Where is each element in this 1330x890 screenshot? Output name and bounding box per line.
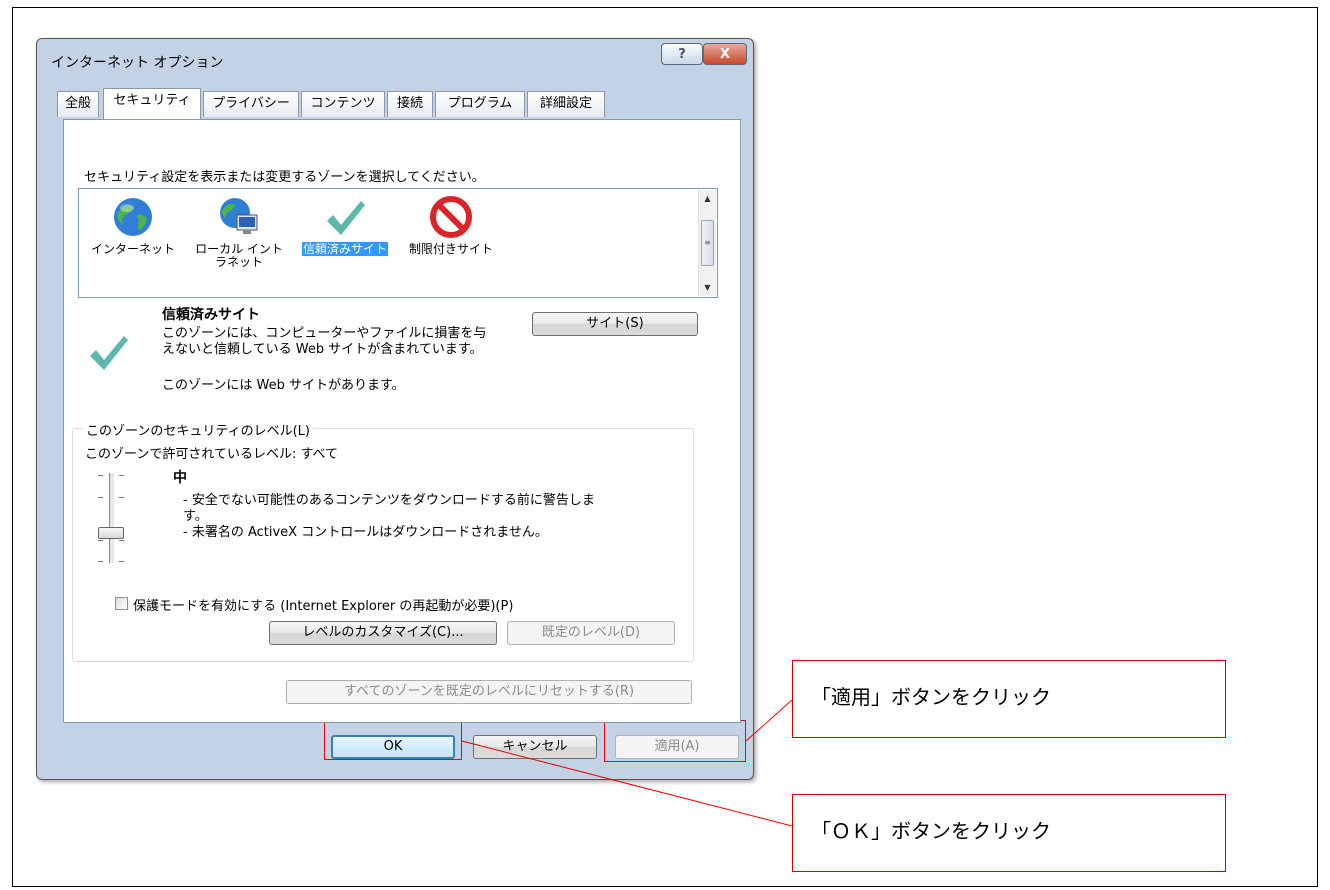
slider-tick: [98, 497, 103, 498]
reset-all-zones-button[interactable]: すべてのゾーンを既定のレベルにリセットする(R): [286, 680, 692, 704]
globe-icon: [114, 198, 152, 236]
ok-callout-text: 「ＯＫ」ボタンをクリック: [811, 819, 1051, 843]
protected-mode-label: 保護モードを有効にする (Internet Explorer の再起動が必要)(…: [133, 599, 514, 614]
slider-tick: [98, 475, 103, 476]
local-intranet-icon: [220, 198, 258, 234]
no-entry-icon: [430, 196, 472, 238]
slider-tick: [119, 475, 124, 476]
security-level-slider[interactable]: [91, 471, 131, 567]
security-tab-panel: セキュリティ設定を表示または変更するゾーンを選択してください。 インターネット: [63, 119, 741, 723]
slider-knob[interactable]: [98, 527, 124, 539]
zone-label-restricted-sites: 制限付きサイト: [408, 242, 493, 256]
zone-trusted-sites[interactable]: 信頼済みサイト: [291, 191, 399, 291]
slider-track: [109, 473, 115, 563]
custom-level-button[interactable]: レベルのカスタマイズ(C)...: [269, 621, 497, 645]
level-name: 中: [173, 470, 187, 486]
tab-content[interactable]: コンテンツ: [301, 91, 385, 117]
apply-callout-box: 「適用」ボタンをクリック: [792, 660, 1226, 738]
close-icon: X: [719, 46, 731, 62]
zone-sites-note: このゾーンには Web サイトがあります。: [162, 378, 405, 393]
apply-callout-text: 「適用」ボタンをクリック: [811, 685, 1051, 709]
security-level-group: このゾーンのセキュリティのレベル(L) このゾーンで許可されているレベル: すべ…: [72, 420, 694, 662]
slider-tick: [98, 561, 103, 562]
close-button[interactable]: X: [703, 43, 747, 65]
zone-internet[interactable]: インターネット: [79, 191, 187, 291]
scroll-up-icon[interactable]: ▲: [699, 190, 716, 207]
apply-button-highlight: [604, 720, 746, 762]
zone-label-trusted-sites: 信頼済みサイト: [291, 242, 399, 256]
level-description-line1: - 安全でない可能性のあるコンテンツをダウンロードする前に警告しま: [183, 493, 595, 508]
zone-local-intranet[interactable]: ローカル イント ラネット: [185, 191, 293, 291]
zone-description-line2: えないと信頼している Web サイトが含まれています。: [162, 342, 483, 357]
zone-restricted-sites[interactable]: 制限付きサイト: [397, 191, 505, 291]
tab-privacy[interactable]: プライバシー: [203, 91, 299, 117]
scroll-down-icon[interactable]: ▼: [699, 279, 716, 296]
help-button[interactable]: ?: [661, 43, 703, 65]
zone-label-internet: インターネット: [90, 242, 175, 256]
protected-mode-checkbox[interactable]: [115, 597, 128, 610]
default-level-button[interactable]: 既定のレベル(D): [507, 621, 675, 645]
internet-options-dialog: インターネット オプション ? X 全般 セキュリティ プライバシー コンテンツ…: [36, 38, 754, 780]
sites-button[interactable]: サイト(S): [532, 312, 698, 336]
slider-tick: [98, 540, 103, 541]
title-bar[interactable]: インターネット オプション ? X: [37, 39, 753, 79]
zone-label-trusted-sites-text: 信頼済みサイト: [301, 242, 388, 256]
ok-callout-box: 「ＯＫ」ボタンをクリック: [792, 794, 1226, 872]
dialog-title: インターネット オプション: [51, 55, 224, 71]
allowed-levels-text: このゾーンで許可されているレベル: すべて: [85, 447, 339, 462]
zone-label-local-intranet-line2: ラネット: [214, 255, 263, 269]
zone-title: 信頼済みサイト: [162, 307, 260, 323]
zone-instruction: セキュリティ設定を表示または変更するゾーンを選択してください。: [84, 170, 485, 185]
checkmark-icon: [327, 201, 365, 235]
tab-general[interactable]: 全般: [57, 91, 99, 117]
slider-tick: [119, 497, 124, 498]
ok-button-highlight: [324, 718, 462, 760]
tab-programs[interactable]: プログラム: [435, 91, 525, 117]
trusted-sites-large-checkmark-icon: [90, 336, 128, 370]
tab-advanced[interactable]: 詳細設定: [527, 91, 605, 117]
tab-security[interactable]: セキュリティ: [103, 88, 201, 119]
tab-connections[interactable]: 接続: [387, 91, 433, 117]
level-description-line3: - 未署名の ActiveX コントロールはダウンロードされません。: [183, 525, 548, 540]
help-icon: ?: [678, 46, 686, 62]
zone-list-scrollbar[interactable]: ▲ ≡ ▼: [698, 190, 716, 296]
slider-tick: [119, 561, 124, 562]
cancel-button[interactable]: キャンセル: [473, 735, 597, 759]
slider-tick: [119, 540, 124, 541]
security-level-group-title: このゾーンのセキュリティのレベル(L): [83, 420, 313, 439]
scroll-thumb[interactable]: ≡: [701, 220, 714, 266]
zone-label-local-intranet: ローカル イント ラネット: [185, 243, 293, 269]
zone-list: インターネット ローカル イント ラネット 信頼済みサイト 制限付きサイト ▲ …: [78, 188, 718, 298]
